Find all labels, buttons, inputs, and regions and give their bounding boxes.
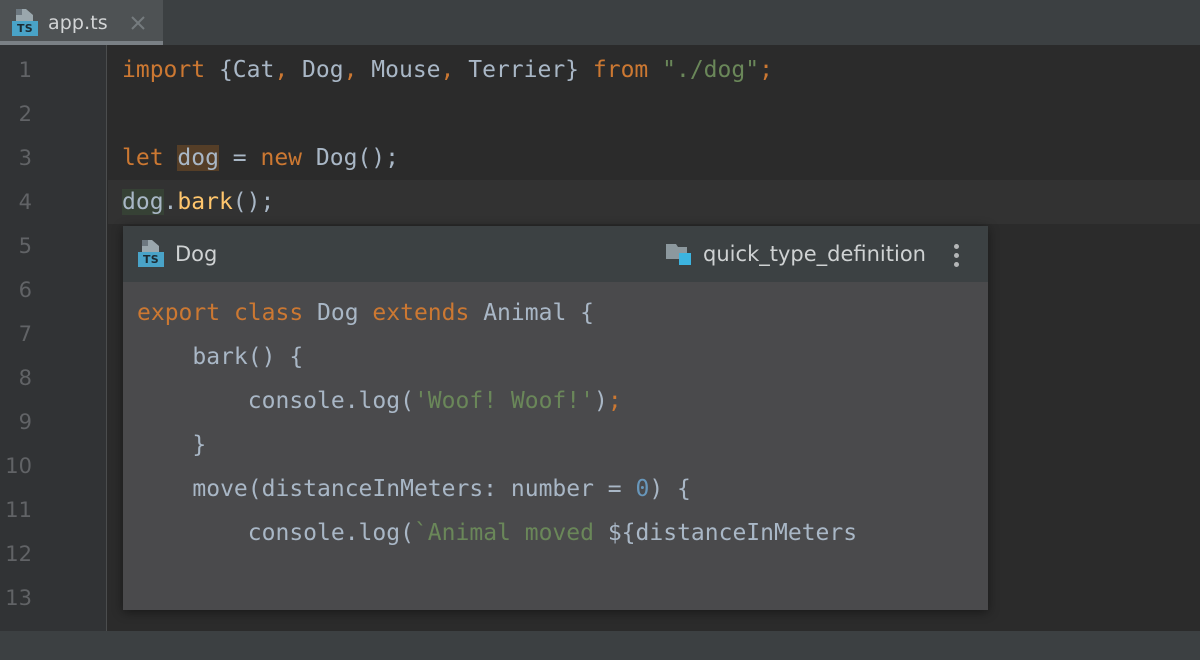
line-number: 1	[0, 48, 32, 92]
ts-badge: TS	[138, 252, 164, 267]
popup-code-line[interactable]: move(distanceInMeters: number = 0) {	[137, 467, 691, 511]
line-number-gutter[interactable]: 12345678910111213	[0, 45, 107, 631]
code-token: export	[137, 300, 234, 326]
quick-definition-popup[interactable]: TS Dog quick_type_definition export clas…	[123, 226, 988, 610]
code-token: Terrier	[468, 57, 565, 83]
code-token: "./dog"	[662, 57, 759, 83]
line-number: 4	[0, 180, 32, 224]
code-token: bark	[177, 189, 232, 215]
code-token: extends	[372, 300, 483, 326]
code-token: .	[164, 189, 178, 215]
code-token: }	[565, 57, 593, 83]
line-number: 3	[0, 136, 32, 180]
code-token: ();	[233, 189, 275, 215]
code-token: class	[234, 300, 317, 326]
popup-title: Dog	[175, 242, 217, 266]
code-token: dog	[122, 189, 164, 215]
popup-code-line[interactable]: console.log('Woof! Woof!');	[137, 379, 622, 423]
code-token: Animal {	[483, 300, 594, 326]
code-token: bark() {	[137, 344, 303, 370]
line-number: 10	[0, 444, 32, 488]
code-token: console.log(	[137, 388, 414, 414]
line-number: 13	[0, 576, 32, 620]
code-token: }	[137, 432, 206, 458]
typescript-file-icon: TS	[11, 8, 39, 38]
editor-tab-app-ts[interactable]: TS app.ts	[0, 0, 163, 45]
code-token: Dog	[302, 57, 344, 83]
ide-window: TS app.ts 12345678910111213 import {Cat,…	[0, 0, 1200, 660]
code-token: ;	[759, 57, 773, 83]
code-token: ) {	[649, 476, 691, 502]
line-number: 7	[0, 312, 32, 356]
line-number: 6	[0, 268, 32, 312]
code-token: from	[593, 57, 662, 83]
line-number: 5	[0, 224, 32, 268]
code-token: ,	[274, 57, 302, 83]
line-number: 12	[0, 532, 32, 576]
ts-badge: TS	[12, 21, 38, 36]
code-token: console.log(	[137, 520, 414, 546]
code-token: Dog	[317, 300, 372, 326]
editor-tab-label: app.ts	[48, 12, 108, 34]
popup-code-line[interactable]: }	[137, 423, 206, 467]
popup-code-line[interactable]: console.log(`Animal moved ${distanceInMe…	[137, 511, 857, 555]
code-token: ,	[441, 57, 469, 83]
close-glyph	[128, 13, 148, 33]
code-token: )	[594, 388, 608, 414]
code-token: `Animal moved	[414, 520, 608, 546]
code-token: Dog();	[316, 145, 399, 171]
code-line[interactable]: import {Cat, Dog, Mouse, Terrier} from "…	[108, 48, 773, 92]
code-token: let	[122, 145, 177, 171]
code-token: =	[219, 145, 261, 171]
popup-header: TS Dog quick_type_definition	[123, 226, 988, 282]
code-token: 0	[636, 476, 650, 502]
line-number: 9	[0, 400, 32, 444]
line-number: 2	[0, 92, 32, 136]
code-line[interactable]: dog.bark();	[108, 180, 274, 224]
close-icon[interactable]	[128, 13, 148, 33]
code-token: 'Woof! Woof!'	[414, 388, 594, 414]
folder-glyph	[665, 242, 693, 266]
popup-source-location[interactable]: quick_type_definition	[665, 226, 926, 282]
code-token: dog	[177, 145, 219, 171]
popup-source-label: quick_type_definition	[703, 242, 926, 266]
line-number: 8	[0, 356, 32, 400]
popup-code-line[interactable]: bark() {	[137, 335, 303, 379]
code-token: import	[122, 57, 219, 83]
popup-code-line[interactable]: export class Dog extends Animal {	[137, 291, 594, 335]
typescript-file-icon: TS	[137, 239, 165, 269]
editor-tab-bar: TS app.ts	[0, 0, 1200, 45]
status-bar	[0, 631, 1200, 660]
code-token: ${distanceInMeters	[608, 520, 857, 546]
popup-code-body[interactable]: export class Dog extends Animal { bark()…	[123, 282, 988, 610]
code-token: move(distanceInMeters: number =	[137, 476, 636, 502]
menu-dot	[954, 244, 959, 249]
code-token: {Cat	[219, 57, 274, 83]
code-token: ,	[344, 57, 372, 83]
module-folder-icon	[665, 242, 693, 266]
code-token: Mouse	[371, 57, 440, 83]
code-token: new	[260, 145, 315, 171]
more-options-icon[interactable]	[946, 244, 966, 266]
line-number: 11	[0, 488, 32, 532]
menu-dot	[954, 253, 959, 258]
code-token: ;	[608, 388, 622, 414]
menu-dot	[954, 262, 959, 267]
code-line[interactable]: let dog = new Dog();	[108, 136, 399, 180]
